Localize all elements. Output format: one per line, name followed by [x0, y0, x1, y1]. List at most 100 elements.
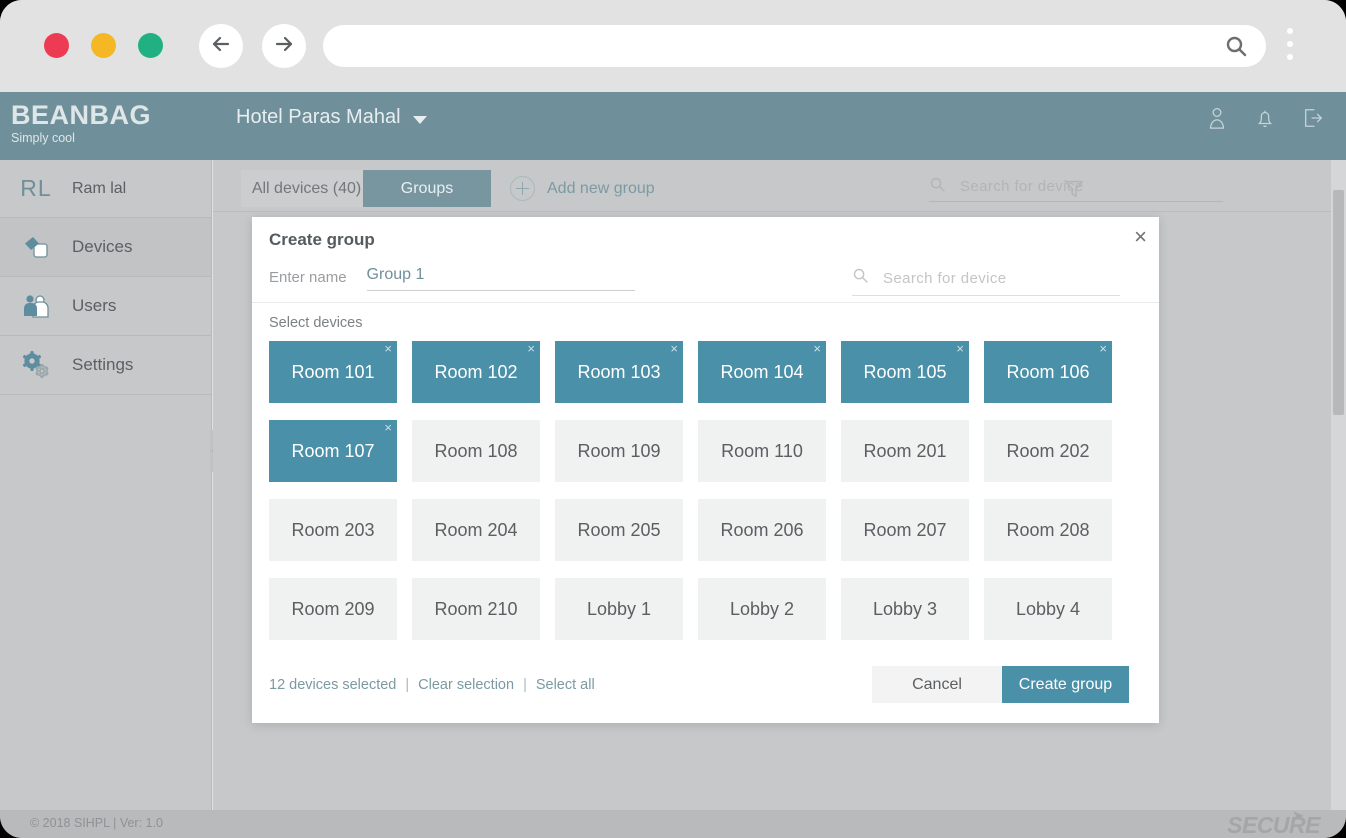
selection-info: 12 devices selected | Clear selection | …: [269, 677, 595, 693]
device-tile[interactable]: × Room 107: [269, 420, 397, 482]
bird-flourish-icon: ➤: [1292, 808, 1304, 823]
device-tile[interactable]: × Room 103: [555, 341, 683, 403]
remove-device-icon[interactable]: ×: [670, 342, 678, 355]
device-tile[interactable]: × Room 101: [269, 341, 397, 403]
chevron-down-icon: [412, 115, 427, 124]
device-tile[interactable]: Room 210: [412, 578, 540, 640]
device-tile-label: Room 201: [863, 440, 947, 461]
create-group-button[interactable]: Create group: [1002, 666, 1129, 703]
remove-device-icon[interactable]: ×: [956, 342, 964, 355]
forward-button[interactable]: [262, 24, 306, 68]
maximize-window-dot[interactable]: [138, 33, 163, 58]
group-name-label: Enter name: [269, 269, 347, 286]
select-all-link[interactable]: Select all: [536, 677, 595, 693]
header-icon-group: [1206, 106, 1324, 135]
back-button[interactable]: [199, 24, 243, 68]
device-tile-label: Room 203: [291, 519, 375, 540]
selection-count: 12 devices selected: [269, 677, 397, 693]
device-tile[interactable]: Room 206: [698, 499, 826, 561]
device-tile-label: Room 102: [434, 361, 518, 382]
device-tile-label: Room 209: [291, 598, 375, 619]
secure-logo-text: SECURE: [1227, 812, 1320, 838]
device-tile[interactable]: Room 108: [412, 420, 540, 482]
brand-logo: BEANBAG Simply cool: [11, 100, 151, 146]
tab-all-devices[interactable]: All devices (40): [241, 170, 372, 207]
modal-title: Create group: [269, 230, 375, 249]
cancel-button[interactable]: Cancel: [872, 666, 1002, 703]
kebab-menu-icon[interactable]: [1287, 28, 1293, 60]
device-grid: × Room 101 × Room 102 × Room 103 × Room 104 × Roo…: [269, 341, 1141, 640]
search-icon[interactable]: [1224, 34, 1248, 63]
copyright-text: © 2018 SIHPL | Ver: 1.0: [30, 816, 163, 830]
sidebar-user[interactable]: RL Ram lal: [0, 160, 211, 218]
device-tile[interactable]: × Room 104: [698, 341, 826, 403]
device-tile[interactable]: Room 209: [269, 578, 397, 640]
traffic-lights: [44, 33, 163, 58]
sidebar: RL Ram lal Devices Users Settings: [0, 160, 212, 810]
device-tile[interactable]: × Room 105: [841, 341, 969, 403]
sidebar-item-label: Settings: [72, 355, 134, 374]
device-tile-label: Lobby 2: [729, 598, 795, 619]
tab-groups[interactable]: Groups: [363, 170, 491, 207]
group-name-input[interactable]: Group 1: [366, 266, 635, 291]
device-tile-label: Room 205: [577, 519, 661, 540]
device-tile[interactable]: × Room 102: [412, 341, 540, 403]
clear-selection-link[interactable]: Clear selection: [418, 677, 514, 693]
browser-window: BEANBAG Simply cool Hotel Paras Mahal RL…: [0, 0, 1346, 838]
device-tile-label: Room 206: [720, 519, 804, 540]
close-icon[interactable]: ×: [1134, 226, 1147, 248]
modal-footer: 12 devices selected | Clear selection | …: [252, 653, 1159, 723]
remove-device-icon[interactable]: ×: [813, 342, 821, 355]
sidebar-item-devices[interactable]: Devices: [0, 218, 211, 277]
group-name-row: Enter name Group 1: [269, 266, 635, 291]
device-tile[interactable]: Room 208: [984, 499, 1112, 561]
device-tile[interactable]: Lobby 4: [984, 578, 1112, 640]
brand-name: BEANBAG: [11, 100, 152, 130]
minimize-window-dot[interactable]: [91, 33, 116, 58]
device-tile-label: Lobby 3: [872, 598, 938, 619]
url-input[interactable]: [323, 25, 1266, 67]
device-tile[interactable]: Room 110: [698, 420, 826, 482]
browser-chrome: [0, 0, 1346, 92]
device-tile[interactable]: × Room 106: [984, 341, 1112, 403]
device-tile[interactable]: Room 205: [555, 499, 683, 561]
device-tile-label: Room 101: [291, 361, 375, 382]
person-icon[interactable]: [1206, 106, 1228, 135]
device-tile-label: Room 103: [577, 361, 661, 382]
device-tile[interactable]: Room 202: [984, 420, 1112, 482]
device-tile[interactable]: Room 204: [412, 499, 540, 561]
device-tile-label: Room 204: [434, 519, 518, 540]
sidebar-item-users[interactable]: Users: [0, 277, 211, 336]
device-tile[interactable]: Room 109: [555, 420, 683, 482]
search-icon: [929, 176, 946, 198]
device-tile[interactable]: Lobby 1: [555, 578, 683, 640]
separator: |: [523, 677, 527, 693]
modal-device-search-input[interactable]: Search for device: [852, 267, 1120, 296]
create-group-modal: Create group × Enter name Group 1 Search…: [252, 217, 1159, 723]
device-tile[interactable]: Room 203: [269, 499, 397, 561]
secure-logo: SECURE ➤: [1227, 808, 1320, 838]
device-tile-label: Room 105: [863, 361, 947, 382]
remove-device-icon[interactable]: ×: [384, 342, 392, 355]
separator: |: [405, 677, 410, 693]
bell-icon[interactable]: [1254, 106, 1276, 135]
main-scrollbar-thumb[interactable]: [1333, 190, 1344, 415]
filter-button[interactable]: [1063, 178, 1085, 205]
sidebar-item-settings[interactable]: Settings: [0, 336, 211, 395]
remove-device-icon[interactable]: ×: [1099, 342, 1107, 355]
device-tile[interactable]: Room 201: [841, 420, 969, 482]
logout-icon[interactable]: [1302, 106, 1324, 135]
property-selector[interactable]: Hotel Paras Mahal: [236, 106, 427, 129]
remove-device-icon[interactable]: ×: [384, 421, 392, 434]
device-tile[interactable]: Room 207: [841, 499, 969, 561]
remove-device-icon[interactable]: ×: [527, 342, 535, 355]
device-tile-label: Lobby 4: [1015, 598, 1081, 619]
add-new-group-label: Add new group: [547, 179, 655, 197]
add-new-group-button[interactable]: Add new group: [510, 176, 655, 201]
device-tile[interactable]: Lobby 3: [841, 578, 969, 640]
device-tile[interactable]: Lobby 2: [698, 578, 826, 640]
device-tile-label: Room 210: [434, 598, 518, 619]
sidebar-item-label: Devices: [72, 237, 133, 256]
sidebar-item-label: Users: [72, 296, 117, 315]
close-window-dot[interactable]: [44, 33, 69, 58]
